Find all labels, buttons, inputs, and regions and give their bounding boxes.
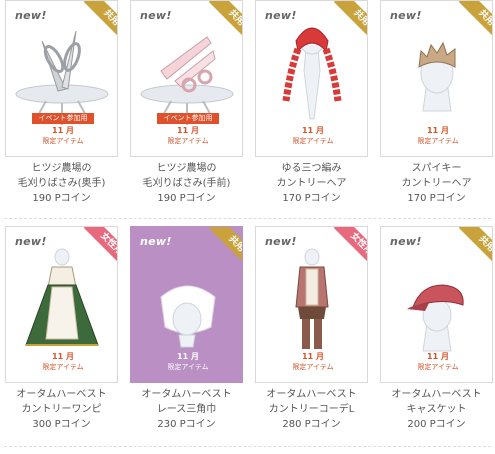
limited-tag: 限定アイテム bbox=[167, 137, 209, 145]
item-caption: オータムハーベスト キャスケット 200 Pコイン bbox=[380, 387, 493, 432]
month-tag: 11 月 bbox=[52, 126, 74, 135]
month-tag: 11 月 bbox=[427, 126, 449, 135]
item-name-line1: ゆる三つ編み bbox=[281, 163, 342, 174]
usage-badge: 共用 bbox=[327, 1, 367, 41]
item-caption: オータムハーベスト レース三角巾 230 Pコイン bbox=[130, 387, 243, 432]
limited-tag: 限定アイテム bbox=[167, 363, 209, 371]
item-name-line1: オータムハーベスト bbox=[16, 389, 107, 400]
usage-badge: 共用 bbox=[452, 227, 492, 267]
month-tag: 11 月 bbox=[427, 352, 449, 361]
month-tag: 11 月 bbox=[302, 352, 324, 361]
new-label: new! bbox=[15, 9, 47, 22]
new-label: new! bbox=[390, 9, 422, 22]
item-name-line2: カントリーヘア bbox=[276, 178, 347, 189]
item-price: 190 Pコイン bbox=[157, 193, 216, 204]
item-caption: ヒツジ農場の 毛刈りばさみ(奥手) 190 Pコイン bbox=[5, 161, 118, 206]
month-tag: 11 月 bbox=[302, 126, 324, 135]
limited-tag: 限定アイテム bbox=[417, 363, 459, 371]
item-card-lace-headscarf[interactable]: new! 共用 11 月 限定アイテム オータムハーベスト レース三角巾 230… bbox=[130, 226, 243, 432]
usage-badge: 共用 bbox=[452, 1, 492, 41]
item-card-country-dress[interactable]: new! 女性用 11 月 限定アイテム オータムハーベスト カントリーワンピ … bbox=[5, 226, 118, 432]
item-caption: スパイキー カントリーヘア 170 Pコイン bbox=[380, 161, 493, 206]
event-tag: イベント参加用 bbox=[32, 113, 94, 124]
month-tag: 11 月 bbox=[177, 126, 199, 135]
item-price: 280 Pコイン bbox=[282, 419, 341, 430]
limited-tag: 限定アイテム bbox=[417, 137, 459, 145]
item-card-shears-front[interactable]: new! 共用 イベント参加用 11 月 限定アイテム ヒツジ農場の 毛刈りばさ… bbox=[130, 0, 243, 206]
item-name-line1: オータムハーベスト bbox=[141, 389, 232, 400]
limited-tag: 限定アイテム bbox=[292, 363, 334, 371]
usage-badge: 女性用 bbox=[77, 227, 117, 267]
item-name-line1: オータムハーベスト bbox=[391, 389, 482, 400]
item-thumbnail[interactable]: new! 女性用 11 月 限定アイテム bbox=[5, 226, 118, 383]
row-divider bbox=[4, 446, 491, 447]
item-name-line2: カントリーコーデL bbox=[268, 404, 355, 415]
item-caption: ゆる三つ編み カントリーヘア 170 Pコイン bbox=[255, 161, 368, 206]
new-label: new! bbox=[140, 9, 172, 22]
item-name-line1: オータムハーベスト bbox=[266, 389, 357, 400]
month-tag: 11 月 bbox=[52, 352, 74, 361]
new-label: new! bbox=[265, 235, 297, 248]
usage-badge: 共用 bbox=[202, 1, 242, 41]
item-price: 200 Pコイン bbox=[407, 419, 466, 430]
item-name-line2: カントリーヘア bbox=[401, 178, 472, 189]
item-caption: オータムハーベスト カントリーワンピ 300 Pコイン bbox=[5, 387, 118, 432]
item-thumbnail[interactable]: new! 共用 11 月 限定アイテム bbox=[130, 226, 243, 383]
month-tag: 11 月 bbox=[177, 352, 199, 361]
new-label: new! bbox=[390, 235, 422, 248]
item-thumbnail[interactable]: new! 共用 イベント参加用 11 月 限定アイテム bbox=[130, 0, 243, 157]
limited-tag: 限定アイテム bbox=[42, 137, 84, 145]
usage-badge: 共用 bbox=[77, 1, 117, 41]
item-caption: ヒツジ農場の 毛刈りばさみ(手前) 190 Pコイン bbox=[130, 161, 243, 206]
item-thumbnail[interactable]: new! 共用 11 月 限定アイテム bbox=[255, 0, 368, 157]
new-label: new! bbox=[265, 9, 297, 22]
usage-badge: 女性用 bbox=[327, 227, 367, 267]
item-name-line2: 毛刈りばさみ(手前) bbox=[142, 178, 231, 189]
new-label: new! bbox=[15, 235, 47, 248]
item-name-line2: キャスケット bbox=[406, 404, 467, 415]
item-thumbnail[interactable]: new! 女性用 11 月 限定アイテム bbox=[255, 226, 368, 383]
item-card-shears-back[interactable]: new! 共用 イベント参加用 11 月 限定アイテム ヒツジ農場の 毛刈りばさ… bbox=[5, 0, 118, 206]
item-thumbnail[interactable]: new! 共用 11 月 限定アイテム bbox=[380, 226, 493, 383]
item-card-braided-hair[interactable]: new! 共用 11 月 限定アイテム ゆる三つ編み カントリーヘア 170 P… bbox=[255, 0, 368, 206]
item-price: 300 Pコイン bbox=[32, 419, 91, 430]
item-thumbnail[interactable]: new! 共用 イベント参加用 11 月 限定アイテム bbox=[5, 0, 118, 157]
usage-badge: 共用 bbox=[202, 227, 242, 267]
item-name-line1: スパイキー bbox=[411, 163, 462, 174]
item-price: 230 Pコイン bbox=[157, 419, 216, 430]
event-tag: イベント参加用 bbox=[157, 113, 219, 124]
row-divider bbox=[4, 218, 491, 219]
item-card-casquette[interactable]: new! 共用 11 月 限定アイテム オータムハーベスト キャスケット 200… bbox=[380, 226, 493, 432]
item-card-country-coord[interactable]: new! 女性用 11 月 限定アイテム オータムハーベスト カントリーコーデL… bbox=[255, 226, 368, 432]
limited-tag: 限定アイテム bbox=[292, 137, 334, 145]
limited-tag: 限定アイテム bbox=[42, 363, 84, 371]
item-price: 170 Pコイン bbox=[407, 193, 466, 204]
new-label: new! bbox=[140, 235, 172, 248]
item-card-spiky-hair[interactable]: new! 共用 11 月 限定アイテム スパイキー カントリーヘア 170 Pコ… bbox=[380, 0, 493, 206]
item-caption: オータムハーベスト カントリーコーデL 280 Pコイン bbox=[255, 387, 368, 432]
item-price: 190 Pコイン bbox=[32, 193, 91, 204]
item-name-line2: 毛刈りばさみ(奥手) bbox=[17, 178, 106, 189]
item-price: 170 Pコイン bbox=[282, 193, 341, 204]
item-name-line1: ヒツジ農場の bbox=[156, 163, 217, 174]
item-thumbnail[interactable]: new! 共用 11 月 限定アイテム bbox=[380, 0, 493, 157]
item-name-line1: ヒツジ農場の bbox=[31, 163, 92, 174]
item-name-line2: レース三角巾 bbox=[156, 404, 217, 415]
item-name-line2: カントリーワンピ bbox=[21, 404, 102, 415]
